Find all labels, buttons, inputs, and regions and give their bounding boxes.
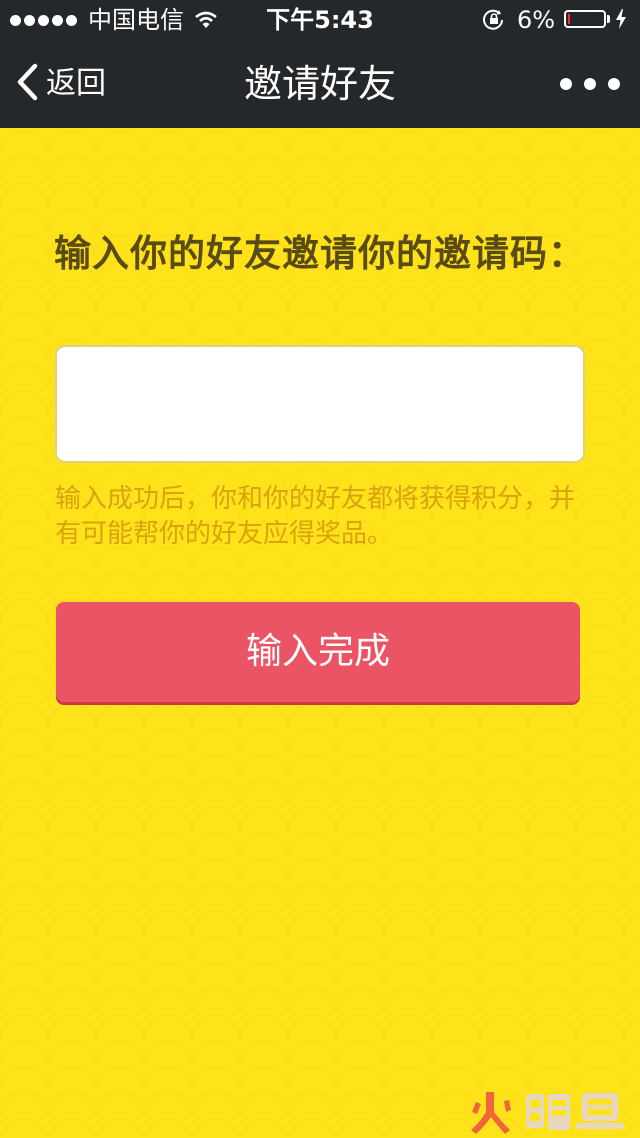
battery-percentage: 6% [517, 6, 556, 34]
watermark-logo [470, 1088, 630, 1134]
battery-tip [607, 15, 610, 23]
battery-icon [564, 10, 606, 28]
charging-icon [615, 9, 627, 33]
page-title: 邀请好友 [243, 62, 396, 106]
invite-code-input[interactable] [55, 345, 585, 463]
submit-button[interactable]: 输入完成 [56, 602, 580, 702]
status-bar: 中国电信 下午5:43 6% [0, 0, 640, 40]
reward-hint: 输入成功后，你和你的好友都将获得积分，并有可能帮你的好友应得奖品。 [55, 484, 576, 549]
more-icon[interactable] [560, 70, 620, 98]
orientation-lock-icon [482, 9, 506, 35]
navigation-bar: 返回 邀请好友 [0, 40, 640, 128]
invite-code-heading: 输入你的好友邀请你的邀请码： [54, 232, 586, 275]
main-content: 输入你的好友邀请你的邀请码： 输入成功后，你和你的好友都将获得积分，并有可能帮你… [0, 128, 640, 1136]
battery-level [568, 14, 570, 24]
